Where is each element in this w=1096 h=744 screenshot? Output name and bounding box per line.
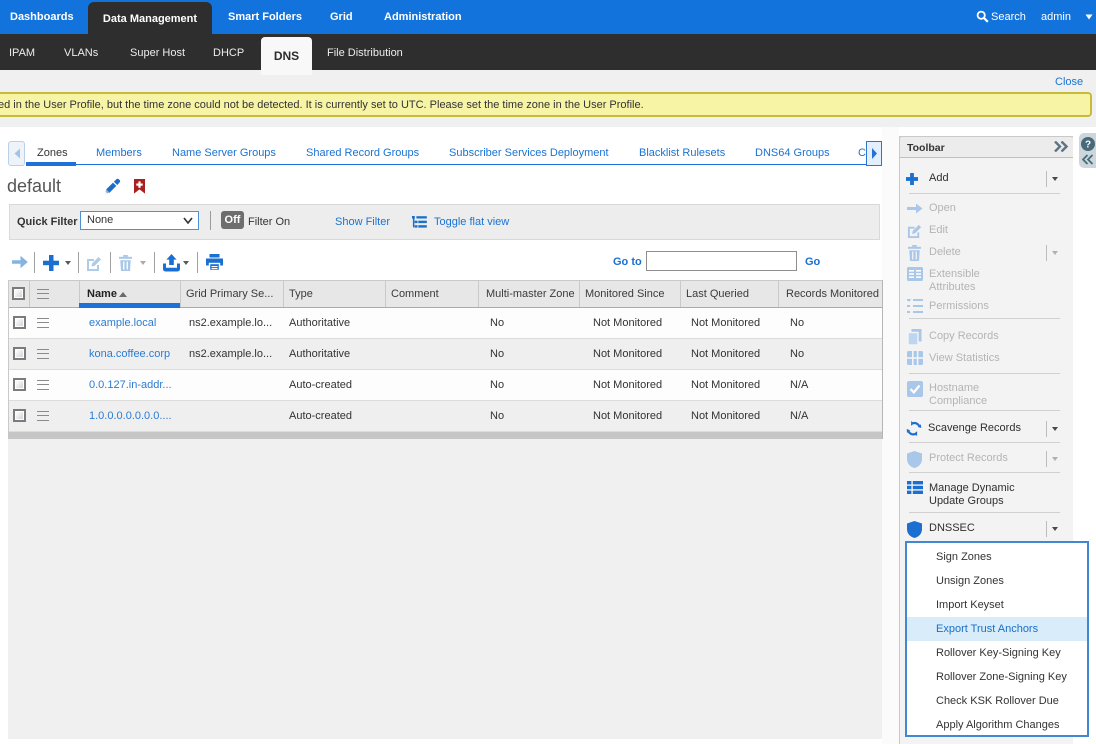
svg-text:?: ? [1085, 140, 1091, 151]
